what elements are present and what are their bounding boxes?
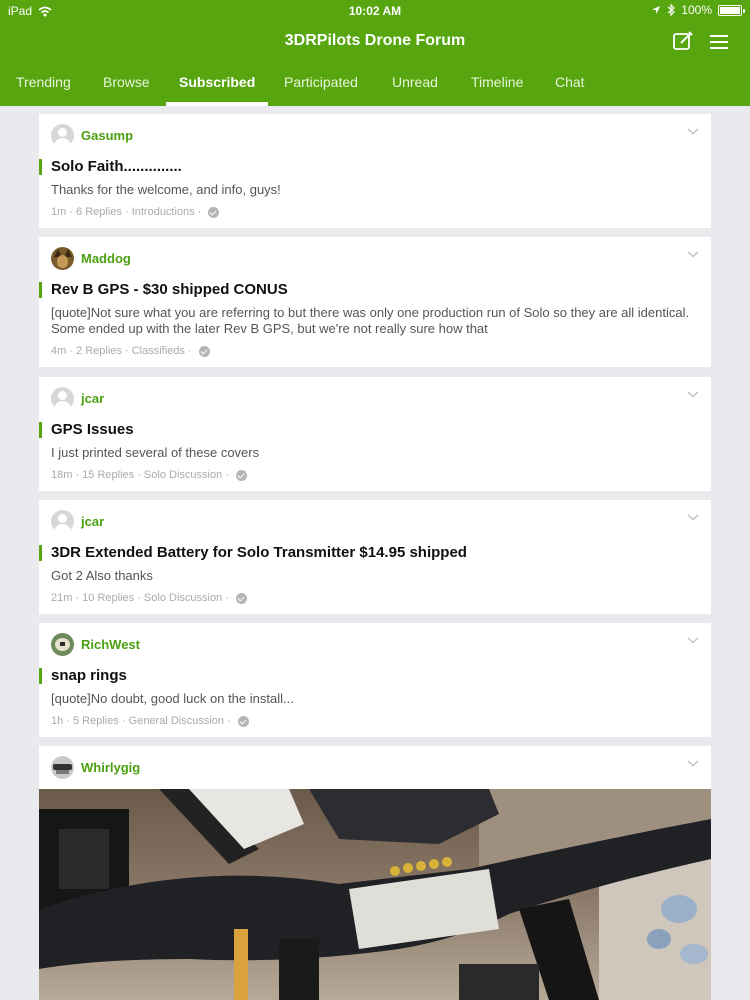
post-snippet: I just printed several of these covers (51, 445, 260, 460)
app-header: iPad 10:02 AM 100% 3DRPilots Drone Forum (0, 0, 750, 106)
post-snippet: [quote]No doubt, good luck on the instal… (51, 691, 294, 706)
battery-icon (718, 4, 745, 16)
post-username[interactable]: Maddog (81, 251, 131, 266)
chevron-down-icon[interactable] (686, 247, 700, 261)
post-snippet: Thanks for the welcome, and info, guys! (51, 182, 281, 197)
default-avatar-icon (51, 387, 74, 410)
post-card[interactable]: RichWest snap rings [quote]No doubt, goo… (39, 623, 711, 737)
post-meta: 1h · 5 Replies · General Discussion · (51, 715, 249, 727)
default-avatar-icon (51, 510, 74, 533)
post-meta-text: 1m · 6 Replies · Introductions · (51, 206, 202, 218)
post-username[interactable]: RichWest (81, 637, 140, 652)
unread-marker (39, 422, 42, 438)
post-username[interactable]: jcar (81, 514, 104, 529)
post-title[interactable]: GPS Issues (51, 421, 134, 438)
tab-timeline[interactable]: Timeline (471, 74, 523, 90)
default-avatar-icon (51, 124, 74, 147)
post-card[interactable]: jcar 3DR Extended Battery for Solo Trans… (39, 500, 711, 614)
photo-avatar (51, 633, 74, 656)
app-title: 3DRPilots Drone Forum (284, 32, 466, 49)
check-icon (235, 592, 247, 604)
tab-bar: Trending Browse Subscribed Participated … (0, 62, 750, 106)
tab-browse[interactable]: Browse (103, 74, 150, 90)
check-icon (235, 469, 247, 481)
unread-marker (39, 545, 42, 561)
tab-trending[interactable]: Trending (16, 74, 71, 90)
unread-marker (39, 668, 42, 684)
post-card[interactable]: Gasump Solo Faith.............. Thanks f… (39, 114, 711, 228)
post-meta: 4m · 2 Replies · Classifieds · (51, 345, 210, 357)
post-username[interactable]: Gasump (81, 128, 133, 143)
dog-avatar (51, 247, 74, 270)
active-tab-indicator (166, 102, 268, 106)
post-username[interactable]: Whirlygig (81, 760, 140, 775)
tab-unread[interactable]: Unread (392, 74, 438, 90)
post-snippet: Got 2 Also thanks (51, 568, 153, 583)
menu-icon[interactable] (708, 32, 730, 52)
post-meta-text: 21m · 10 Replies · Solo Discussion · (51, 592, 229, 604)
post-meta: 21m · 10 Replies · Solo Discussion · (51, 592, 247, 604)
post-snippet: [quote]Not sure what you are referring t… (51, 305, 690, 336)
post-title[interactable]: snap rings (51, 667, 127, 684)
check-icon (208, 206, 220, 218)
post-title[interactable]: 3DR Extended Battery for Solo Transmitte… (51, 544, 467, 561)
post-card[interactable]: jcar GPS Issues I just printed several o… (39, 377, 711, 491)
chevron-down-icon[interactable] (686, 633, 700, 647)
chevron-down-icon[interactable] (686, 387, 700, 401)
post-meta-text: 18m · 15 Replies · Solo Discussion · (51, 469, 229, 481)
drone-avatar (51, 756, 74, 779)
battery-percent: 100% (681, 3, 712, 17)
post-card[interactable]: Maddog Rev B GPS - $30 shipped CONUS [qu… (39, 237, 711, 367)
post-meta-text: 4m · 2 Replies · Classifieds · (51, 345, 192, 357)
post-meta: 18m · 15 Replies · Solo Discussion · (51, 469, 247, 481)
status-bar: iPad 10:02 AM 100% (0, 0, 750, 22)
unread-marker (39, 282, 42, 298)
post-title[interactable]: Solo Faith.............. (51, 158, 182, 175)
status-time: 10:02 AM (348, 4, 402, 18)
chevron-down-icon[interactable] (686, 510, 700, 524)
tab-chat[interactable]: Chat (555, 74, 585, 90)
chevron-down-icon[interactable] (686, 124, 700, 138)
drone-photo[interactable] (39, 789, 711, 1000)
unread-marker (39, 159, 42, 175)
post-username[interactable]: jcar (81, 391, 104, 406)
tab-participated[interactable]: Participated (284, 74, 358, 90)
compose-icon[interactable] (672, 30, 694, 52)
post-card[interactable]: Whirlygig (39, 746, 711, 1000)
post-title[interactable]: Rev B GPS - $30 shipped CONUS (51, 281, 288, 298)
check-icon (198, 345, 210, 357)
location-arrow-icon (652, 6, 661, 14)
tab-subscribed[interactable]: Subscribed (179, 74, 255, 90)
bluetooth-icon (667, 4, 676, 16)
check-icon (237, 715, 249, 727)
post-meta-text: 1h · 5 Replies · General Discussion · (51, 715, 231, 727)
post-meta: 1m · 6 Replies · Introductions · (51, 206, 220, 218)
chevron-down-icon[interactable] (686, 756, 700, 770)
